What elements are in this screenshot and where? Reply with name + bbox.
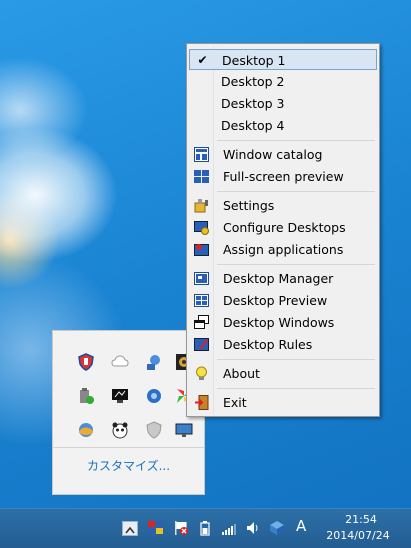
display-icon[interactable] (175, 421, 193, 439)
sunset-icon[interactable] (77, 421, 95, 439)
menu-item-desktop-preview[interactable]: Desktop Preview (189, 290, 377, 311)
menu-item-label: Desktop Rules (223, 337, 313, 352)
menu-item-label: Desktop Windows (223, 315, 335, 330)
shield-icon[interactable] (77, 353, 95, 371)
clock-date[interactable]: 2014/07/24 (318, 529, 398, 542)
lightbulb-icon (194, 366, 209, 381)
menu-item-label: Desktop 1 (222, 53, 286, 68)
desktop-preview-icon (194, 293, 209, 308)
context-menu: ✔ Desktop 1 Desktop 2 Desktop 3 Desktop … (186, 43, 380, 417)
menu-item-label: Desktop 2 (221, 74, 285, 89)
menu-item-label: Window catalog (223, 147, 323, 162)
show-hidden-icons-button[interactable] (122, 521, 138, 536)
menu-item-label: Settings (223, 198, 275, 213)
tray-overflow-popup: カスタマイズ... (52, 330, 205, 495)
taskbar: A 21:54 2014/07/24 (0, 508, 411, 548)
menu-item-window-catalog[interactable]: Window catalog (189, 144, 377, 165)
monitor-app-icon[interactable] (111, 387, 129, 405)
network-share-icon[interactable] (269, 520, 285, 536)
desktop-windows-icon (194, 315, 209, 330)
menu-item-label: Desktop 4 (221, 118, 285, 133)
menu-item-label: Desktop Preview (223, 293, 328, 308)
exit-icon (194, 395, 209, 410)
menu-item-label: Assign applications (223, 242, 344, 257)
menu-item-desktop-rules[interactable]: Desktop Rules (189, 334, 377, 355)
fullscreen-preview-icon (194, 169, 209, 184)
menu-item-desktop-2[interactable]: Desktop 2 (189, 71, 377, 92)
chevron-up-icon (125, 526, 135, 534)
flag-icon[interactable] (173, 520, 189, 536)
menu-item-label: Desktop 3 (221, 96, 285, 111)
customize-link[interactable]: カスタマイズ... (53, 457, 204, 474)
panda-icon[interactable] (111, 421, 129, 439)
settings-icon (194, 198, 209, 213)
menu-item-settings[interactable]: Settings (189, 195, 377, 216)
messenger-icon[interactable] (145, 353, 163, 371)
menu-item-desktop-windows[interactable]: Desktop Windows (189, 312, 377, 333)
menu-separator (217, 140, 375, 141)
virtual-desktop-tray-icon[interactable] (148, 520, 164, 536)
cloud-icon[interactable] (111, 353, 129, 371)
menu-item-exit[interactable]: Exit (189, 392, 377, 413)
volume-icon[interactable] (245, 520, 261, 536)
assign-applications-icon (194, 242, 209, 257)
tray-divider (53, 447, 204, 448)
menu-item-about[interactable]: About (189, 363, 377, 384)
menu-item-label: Exit (223, 395, 247, 410)
menu-separator (217, 359, 375, 360)
battery-icon[interactable] (77, 387, 95, 405)
menu-item-label: Configure Desktops (223, 220, 346, 235)
menu-separator (217, 191, 375, 192)
power-icon[interactable] (197, 520, 213, 536)
menu-item-configure-desktops[interactable]: Configure Desktops (189, 217, 377, 238)
menu-item-desktop-1[interactable]: ✔ Desktop 1 (189, 49, 377, 70)
menu-item-label: Full-screen preview (223, 169, 344, 184)
menu-separator (217, 388, 375, 389)
menu-separator (217, 264, 375, 265)
configure-desktops-icon (194, 220, 209, 235)
menu-item-desktop-manager[interactable]: Desktop Manager (189, 268, 377, 289)
menu-item-desktop-3[interactable]: Desktop 3 (189, 93, 377, 114)
window-catalog-icon (194, 147, 209, 162)
menu-item-label: Desktop Manager (223, 271, 334, 286)
desktop-rules-icon (194, 337, 209, 352)
checkmark-icon: ✔ (197, 53, 208, 67)
ime-mode-indicator[interactable]: A (296, 517, 312, 535)
desktop-manager-icon (194, 271, 209, 286)
security-shield-icon[interactable] (145, 421, 163, 439)
signal-icon[interactable] (221, 520, 237, 536)
menu-item-desktop-4[interactable]: Desktop 4 (189, 115, 377, 136)
clock-time[interactable]: 21:54 (336, 513, 386, 526)
menu-item-label: About (223, 366, 260, 381)
menu-item-assign-applications[interactable]: Assign applications (189, 239, 377, 260)
globe-icon[interactable] (145, 387, 163, 405)
menu-item-fullscreen-preview[interactable]: Full-screen preview (189, 166, 377, 187)
